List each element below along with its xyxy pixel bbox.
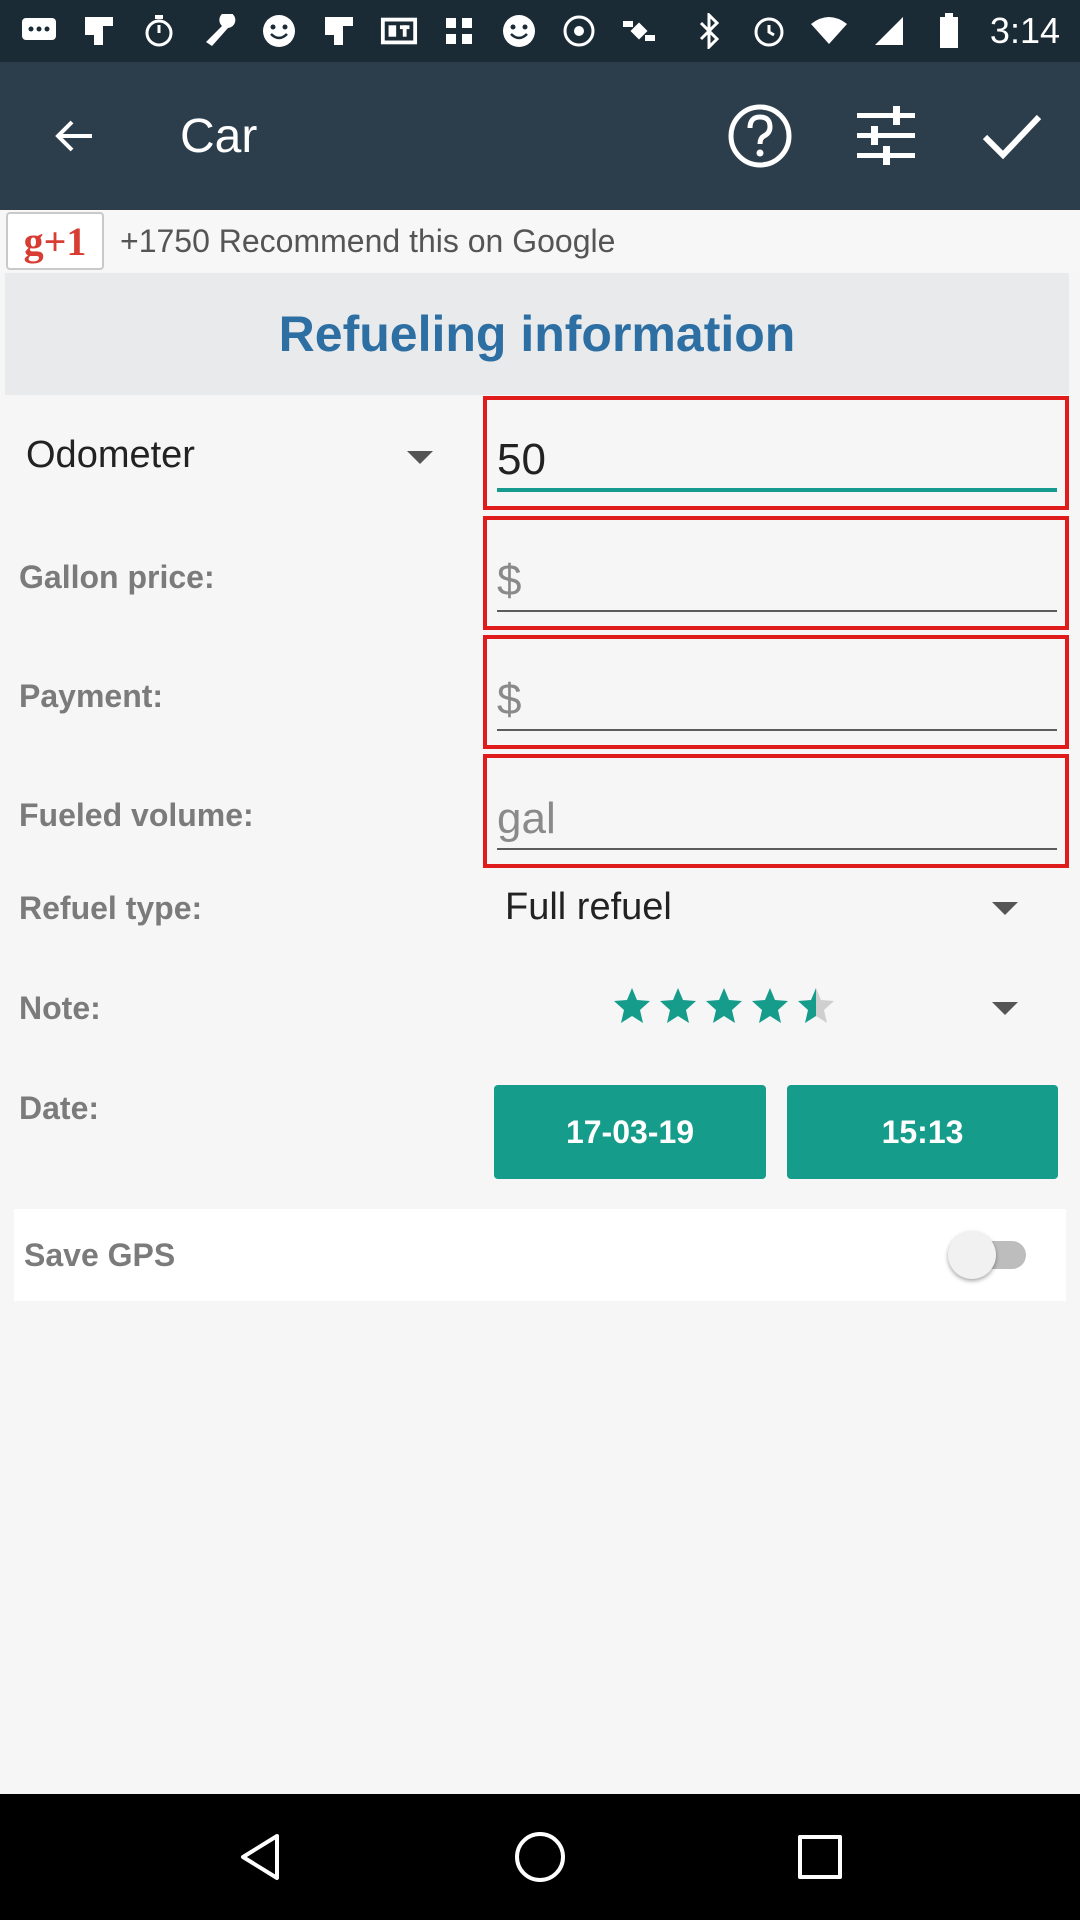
gallon-price-label: Gallon price: xyxy=(19,559,215,595)
grid-icon xyxy=(440,12,478,50)
section-header: Refueling information xyxy=(5,273,1069,395)
gallon-price-field-box: $ xyxy=(483,516,1069,630)
nav-recents-button[interactable] xyxy=(780,1817,860,1897)
flipboard-icon xyxy=(320,12,358,50)
gallon-price-row: Gallon price: $ xyxy=(0,516,1080,634)
rating-star-2[interactable] xyxy=(658,986,698,1026)
settings-sliders-button[interactable] xyxy=(848,98,924,174)
status-bar: 3:14 xyxy=(0,0,1080,62)
refuel-type-label: Refuel type: xyxy=(19,890,203,926)
app-bar-title: Car xyxy=(180,109,258,163)
satellite-icon xyxy=(620,12,658,50)
google-plus-one-button[interactable]: g+1 xyxy=(6,212,104,270)
battery-icon xyxy=(930,12,968,50)
date-picker-button[interactable]: 17-03-19 xyxy=(494,1085,766,1179)
payment-input[interactable]: $ xyxy=(497,671,1057,731)
fueled-volume-input[interactable]: gal xyxy=(497,790,1057,850)
confirm-button[interactable] xyxy=(974,98,1050,174)
flipboard-icon xyxy=(80,12,118,50)
refuel-type-select[interactable]: Full refuel xyxy=(505,886,672,929)
nav-home-button[interactable] xyxy=(500,1817,580,1897)
odometer-dropdown-icon[interactable] xyxy=(407,451,433,464)
alarm-icon xyxy=(750,12,788,50)
note-rating-stars[interactable] xyxy=(612,986,836,1026)
smiley-icon xyxy=(500,12,538,50)
odometer-row: Odometer 50 xyxy=(0,396,1080,514)
payment-field-box: $ xyxy=(483,635,1069,749)
arrow-left-icon xyxy=(55,120,92,152)
rating-star-1[interactable] xyxy=(612,986,652,1026)
sliders-icon xyxy=(857,106,915,165)
back-button[interactable] xyxy=(38,100,110,172)
status-time: 3:14 xyxy=(989,10,1060,51)
qt-icon xyxy=(380,12,418,50)
payment-row: Payment: $ xyxy=(0,635,1080,753)
rating-star-3[interactable] xyxy=(704,986,744,1026)
fueled-volume-field-box: gal xyxy=(483,754,1069,868)
odometer-input[interactable]: 50 xyxy=(497,432,1057,492)
odometer-field-box: 50 xyxy=(483,396,1069,510)
message-icon xyxy=(20,12,58,50)
home-circle-icon xyxy=(515,1832,565,1882)
app-bar-actions xyxy=(722,98,1050,174)
refuel-type-row: Refuel type: Full refuel xyxy=(0,880,1080,960)
radio-icon xyxy=(560,12,598,50)
status-right-icons: 3:14 xyxy=(690,10,1060,52)
rating-star-4[interactable] xyxy=(750,986,790,1026)
system-nav-bar xyxy=(0,1794,1080,1920)
save-gps-toggle[interactable] xyxy=(948,1231,996,1279)
app-root: 3:14 Car g+1 +1750 Recommend this on Goo… xyxy=(0,0,1080,1920)
back-triangle-icon xyxy=(241,1834,279,1880)
status-left-icons xyxy=(20,12,658,50)
odometer-selector[interactable]: Odometer xyxy=(26,434,195,477)
fueled-volume-row: Fueled volume: gal xyxy=(0,754,1080,872)
date-label: Date: xyxy=(19,1090,100,1126)
smiley-icon xyxy=(260,12,298,50)
app-bar: Car xyxy=(0,62,1080,210)
gallon-price-input[interactable]: $ xyxy=(497,552,1057,612)
note-row: Note: xyxy=(0,980,1080,1060)
help-button[interactable] xyxy=(722,98,798,174)
time-picker-button[interactable]: 15:13 xyxy=(787,1085,1058,1179)
google-plus-count-text: +1750 Recommend this on Google xyxy=(120,222,616,259)
check-icon xyxy=(982,114,1042,160)
fueled-volume-label: Fueled volume: xyxy=(19,797,254,833)
bluetooth-icon xyxy=(690,12,728,50)
help-icon xyxy=(728,104,792,168)
wrench-icon xyxy=(200,12,238,50)
google-plus-strip: g+1 +1750 Recommend this on Google xyxy=(0,210,1080,272)
rating-star-5[interactable] xyxy=(796,986,836,1026)
recents-square-icon xyxy=(798,1835,842,1879)
date-row: Date: 17-03-19 15:13 xyxy=(0,1082,1080,1182)
save-gps-card: Save GPS xyxy=(14,1209,1066,1301)
note-label: Note: xyxy=(19,990,101,1026)
payment-label: Payment: xyxy=(19,678,164,714)
section-title: Refueling information xyxy=(278,306,796,362)
nav-back-button[interactable] xyxy=(220,1817,300,1897)
refuel-type-dropdown-icon[interactable] xyxy=(992,902,1018,915)
wifi-icon xyxy=(810,12,848,50)
note-dropdown-icon[interactable] xyxy=(992,1002,1018,1015)
timer-icon xyxy=(140,12,178,50)
save-gps-label: Save GPS xyxy=(24,1237,176,1273)
signal-icon xyxy=(870,12,908,50)
